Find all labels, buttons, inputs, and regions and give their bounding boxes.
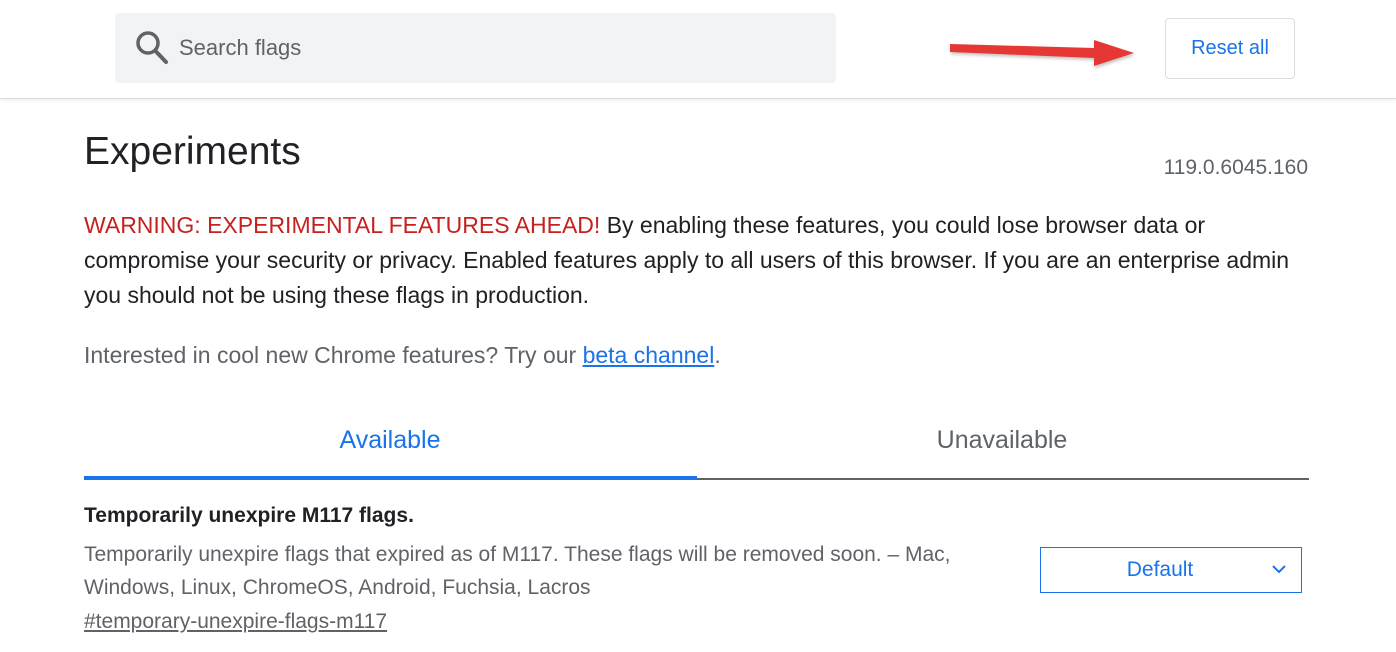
promo-end: . bbox=[714, 342, 721, 368]
flag-permalink[interactable]: #temporary-unexpire-flags-m117 bbox=[84, 610, 387, 634]
tab-bar: Available Unavailable bbox=[84, 400, 1309, 480]
flag-state-value: Default bbox=[1126, 558, 1194, 581]
reset-all-button[interactable]: Reset all bbox=[1165, 18, 1295, 79]
beta-channel-link[interactable]: beta channel bbox=[583, 342, 715, 368]
promo-message: Interested in cool new Chrome features? … bbox=[84, 338, 721, 373]
tab-unavailable[interactable]: Unavailable bbox=[696, 400, 1308, 480]
search-icon bbox=[136, 31, 168, 64]
warning-message: WARNING: EXPERIMENTAL FEATURES AHEAD! By… bbox=[84, 208, 1314, 313]
promo-text: Interested in cool new Chrome features? … bbox=[84, 342, 583, 368]
selected-tab-indicator bbox=[84, 476, 697, 480]
search-input[interactable] bbox=[179, 31, 799, 65]
warning-label: WARNING: EXPERIMENTAL FEATURES AHEAD! bbox=[84, 212, 601, 238]
version-number: 119.0.6045.160 bbox=[1163, 156, 1308, 179]
flag-description: Temporarily unexpire flags that expired … bbox=[84, 543, 951, 599]
flag-state-select[interactable]: Default bbox=[1040, 547, 1302, 593]
page-title: Experiments bbox=[84, 130, 301, 173]
header-bar: Reset all bbox=[0, 0, 1396, 99]
flag-title: Temporarily unexpire M117 flags. bbox=[84, 504, 414, 527]
chevron-down-icon bbox=[1272, 565, 1286, 574]
search-box[interactable] bbox=[115, 13, 836, 83]
tab-available[interactable]: Available bbox=[84, 400, 696, 480]
red-arrow-annotation bbox=[950, 40, 1134, 66]
